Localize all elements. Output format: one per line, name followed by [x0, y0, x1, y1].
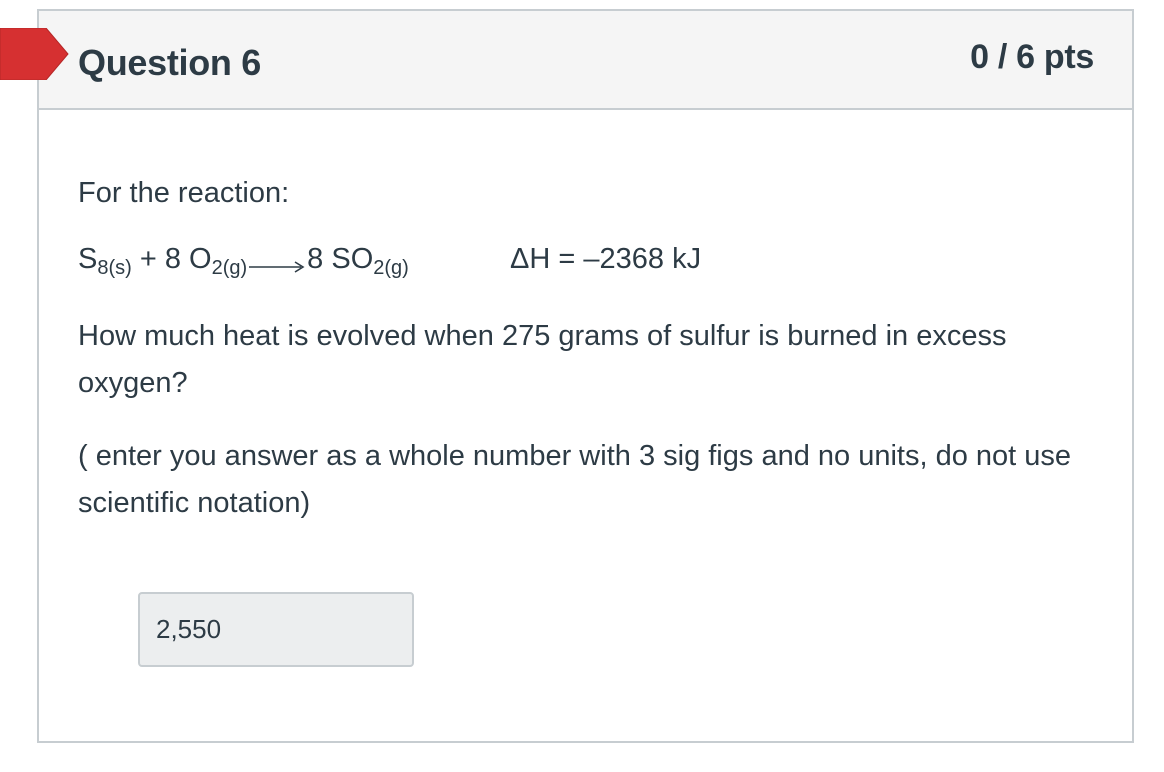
question-points: 0 / 6 pts [970, 38, 1094, 76]
reactant-oxygen-sub: 2(g) [211, 257, 248, 279]
reactant-sulfur-sub: 8(s) [97, 257, 132, 279]
reaction-equation: S8(s) + 8 O2(g) 8 SO2(g) [78, 243, 409, 282]
product-so2: 8 SO [307, 243, 374, 275]
question-title: Question 6 [78, 42, 262, 83]
answer-instructions: ( enter you answer as a whole number wit… [78, 440, 1072, 519]
reaction-intro: For the reaction: [78, 177, 290, 209]
enthalpy-value: ΔH = –2368 kJ [510, 243, 702, 275]
reactant-oxygen: + 8 O [131, 243, 212, 275]
answer-field[interactable]: 2,550 [138, 592, 414, 667]
reactant-sulfur: S [78, 243, 98, 275]
incorrect-marker-icon [0, 28, 69, 80]
question-text: How much heat is evolved when 275 grams … [78, 320, 1007, 399]
product-so2-sub: 2(g) [373, 257, 409, 279]
reaction-arrow-icon [249, 249, 305, 282]
